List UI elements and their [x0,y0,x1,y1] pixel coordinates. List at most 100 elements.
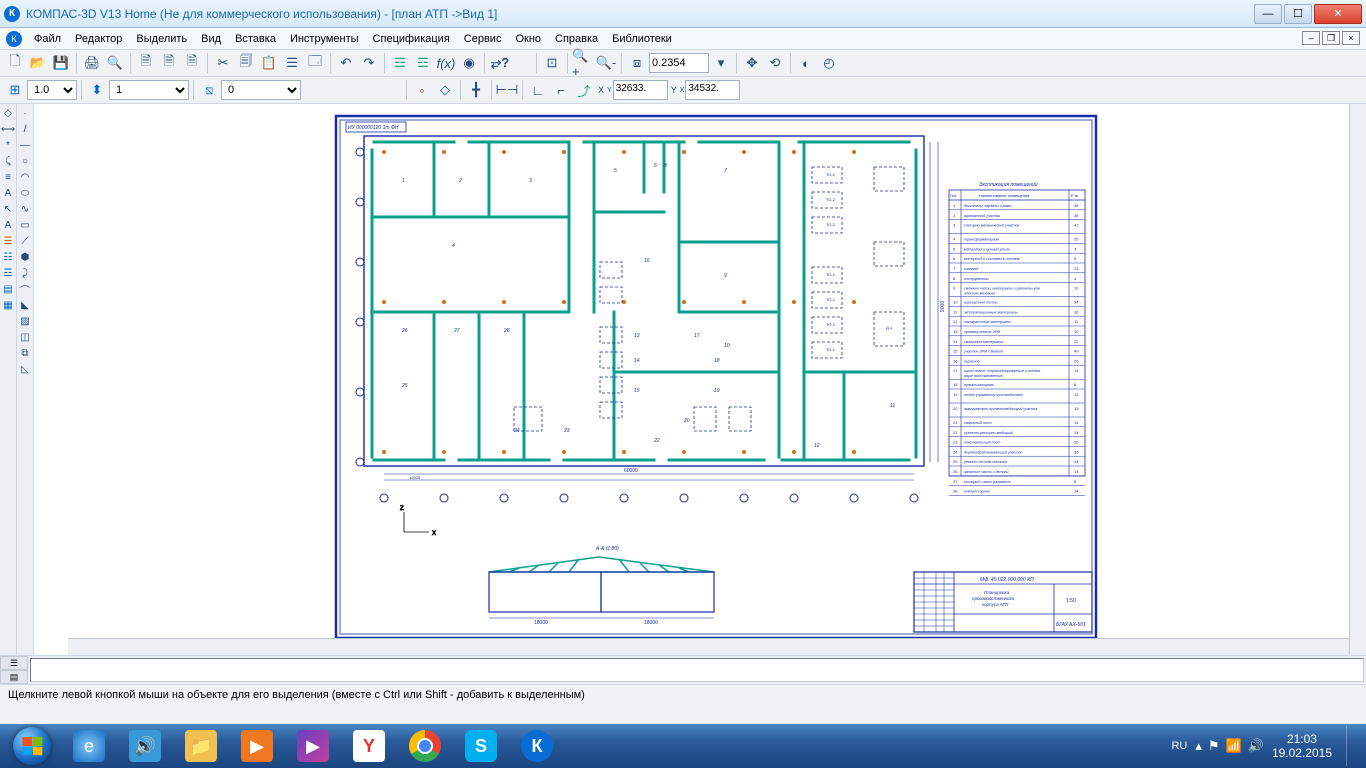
copy-icon[interactable]: 🗐 [235,52,257,74]
line-width-combo[interactable]: 1.0 [27,80,77,100]
snap-icon[interactable]: ⊞ [4,79,26,101]
select-icon[interactable]: ↖ [1,202,16,217]
zoom-out-icon[interactable]: 🔍- [595,52,617,74]
stop-icon[interactable]: ◦ [411,79,433,101]
taskbar-chrome-icon[interactable] [398,726,452,766]
taskbar-sound-icon[interactable]: 🔊 [118,726,172,766]
scrollbar-horizontal[interactable] [68,638,1349,655]
zoom-in-icon[interactable]: 🔍+ [572,52,594,74]
equid-icon[interactable]: ⧉ [18,346,33,361]
variable-icon[interactable]: f(x) [435,52,457,74]
taskbar-ie-icon[interactable]: e [62,726,116,766]
coord-x[interactable]: 32633. [613,80,668,100]
contour-icon[interactable]: ◫ [18,330,33,345]
tray-lang[interactable]: RU [1171,740,1187,752]
taskbar-explorer-icon[interactable]: 📁 [174,726,228,766]
region-draw-icon[interactable]: ⬢ [18,250,33,265]
rotate-icon[interactable]: ⟲ [764,52,786,74]
refresh-icon[interactable]: ◐ [795,52,817,74]
doc-minimize[interactable]: – [1302,31,1320,45]
tray-flag-icon[interactable]: ⚑ [1208,738,1220,754]
menu-tools[interactable]: Инструменты [284,31,365,47]
report-icon[interactable]: ☰ [1,234,16,249]
arc-draw-icon[interactable]: ◠ [18,170,33,185]
doc1-icon[interactable]: 🗎 [135,52,157,74]
ortho-icon[interactable]: ╋ [465,79,487,101]
menu-spec[interactable]: Спецификация [367,31,456,47]
spline-draw-icon[interactable]: ∿ [18,202,33,217]
goto-icon[interactable]: ◉ [458,52,480,74]
circle-draw-icon[interactable]: ○ [18,154,33,169]
angle2-icon[interactable]: ⌐ [550,79,572,101]
menu-view[interactable]: Вид [195,31,227,47]
spec-tool-icon[interactable]: А [1,218,16,233]
layer-icon[interactable]: ⬍ [86,79,108,101]
pan-icon[interactable]: ✥ [741,52,763,74]
param-tool-icon[interactable]: ≡ [1,170,16,185]
hatch-icon[interactable]: ⧅ [198,79,220,101]
hline-draw-icon[interactable]: — [18,138,33,153]
coord-y[interactable]: 34532. [685,80,740,100]
taskbar-media-icon[interactable]: ▶ [230,726,284,766]
point-draw-icon[interactable]: · [18,106,33,121]
dim-tool-icon[interactable]: ⟷ [1,122,16,137]
maximize-button[interactable]: ☐ [1284,4,1312,24]
close-button[interactable]: ✕ [1314,4,1362,24]
doc3-icon[interactable]: 🗎 [181,52,203,74]
zoom-dropdown-icon[interactable]: ▾ [710,52,732,74]
proj-icon[interactable]: ◺ [18,362,33,377]
doc-restore[interactable]: ❐ [1322,31,1340,45]
chamfer-draw-icon[interactable]: ◣ [18,298,33,313]
new-icon[interactable]: 🗋 [4,52,26,74]
redo-icon[interactable]: ↷ [358,52,380,74]
open-icon[interactable]: 📂 [27,52,49,74]
menu-help[interactable]: Справка [549,31,604,47]
tray-up-icon[interactable]: ▴ [1195,738,1202,754]
doc-close[interactable]: × [1342,31,1360,45]
layer-combo[interactable]: 1 [109,80,189,100]
doc2-icon[interactable]: 🗎 [158,52,180,74]
menu-window[interactable]: Окно [509,31,547,47]
menu-select[interactable]: Выделить [130,31,193,47]
round-icon[interactable]: ⤴ [573,79,595,101]
help-icon[interactable]: ⥂? [489,52,511,74]
print-icon[interactable]: 🖨 [81,52,103,74]
library-icon[interactable]: ☲ [412,52,434,74]
scrollbar-vertical[interactable] [1349,104,1366,655]
views4-icon[interactable]: ▦ [1,298,16,313]
taskbar-kompas-icon[interactable]: К [510,726,564,766]
start-button[interactable] [4,726,60,766]
drawing-canvas[interactable]: ИУ 000000120 1т ФН [34,104,1366,655]
cut-icon[interactable]: ✂ [212,52,234,74]
zoom-value-input[interactable] [649,53,709,73]
polyline-draw-icon[interactable]: ⟋ [18,234,33,249]
menu-edit[interactable]: Редактор [69,31,128,47]
command-input[interactable] [30,658,1364,682]
command-tab-2[interactable]: ▤ [0,670,28,684]
props2-icon[interactable]: 🗔 [304,52,326,74]
tray-network-icon[interactable]: 📶 [1226,738,1242,754]
views3-icon[interactable]: ▤ [1,282,16,297]
line-draw-icon[interactable]: / [18,122,33,137]
menu-insert[interactable]: Вставка [229,31,282,47]
save-icon[interactable]: 💾 [50,52,72,74]
tray-clock[interactable]: 21:03 19.02.2015 [1272,732,1332,761]
ellipse-draw-icon[interactable]: ⬭ [18,186,33,201]
point-icon[interactable]: ◇ [434,79,456,101]
doc-icon[interactable]: К [6,31,22,47]
break-draw-icon[interactable]: ⤸ [18,266,33,281]
taskbar-skype-icon[interactable]: S [454,726,508,766]
redraw-icon[interactable]: ◴ [818,52,840,74]
manager-icon[interactable]: ☲ [389,52,411,74]
dim-icon[interactable]: ⊢⊣ [496,79,518,101]
command-tab-1[interactable]: ☰ [0,656,28,670]
fillet-draw-icon[interactable]: ⌒ [18,282,33,297]
preview-icon[interactable]: 🔍 [104,52,126,74]
hatch-draw-icon[interactable]: ▨ [18,314,33,329]
views2-icon[interactable]: ☲ [1,266,16,281]
menu-service[interactable]: Сервис [458,31,508,47]
measure-icon[interactable]: А [1,186,16,201]
taskbar-video-icon[interactable]: ▶ [286,726,340,766]
minimize-button[interactable]: — [1254,4,1282,24]
views-icon[interactable]: ☷ [1,250,16,265]
